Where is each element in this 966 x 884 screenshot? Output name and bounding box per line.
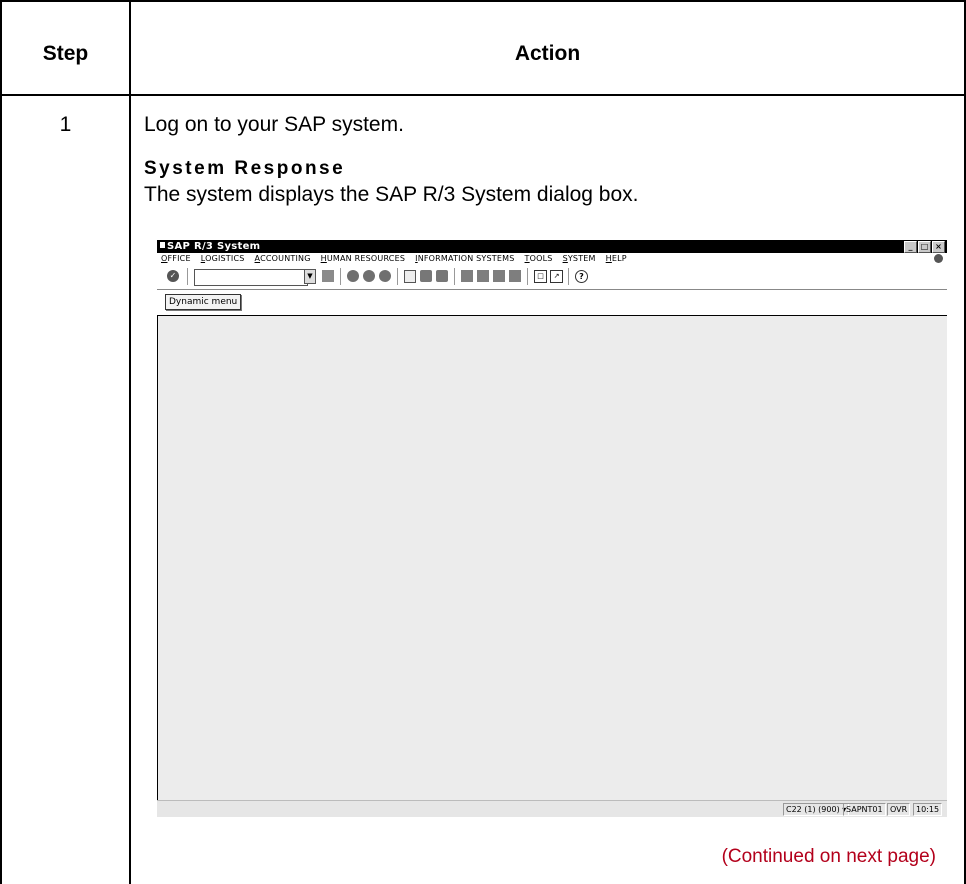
menu-logistics[interactable]: Logistics <box>201 253 245 265</box>
sap-status-bar: C22 (1) (900) ▾ SAPNT01 OVR 10:15 <box>157 800 947 817</box>
status-server: SAPNT01 <box>843 803 886 816</box>
step-number: 1 <box>59 113 72 136</box>
menu-accounting[interactable]: Accounting <box>255 253 311 265</box>
exit-icon[interactable] <box>363 270 375 282</box>
window-controls: _ □ × <box>904 241 945 253</box>
command-field[interactable] <box>194 269 308 286</box>
status-system-info[interactable]: C22 (1) (900) ▾ <box>783 803 850 816</box>
toolbar-separator <box>454 268 456 285</box>
status-time: 10:15 <box>913 803 943 816</box>
system-response-heading: System Response <box>144 158 346 179</box>
print-icon[interactable] <box>404 270 416 283</box>
create-session-icon[interactable]: □ <box>534 270 547 283</box>
session-status-icon <box>934 254 943 263</box>
table-column-divider <box>129 0 131 884</box>
toolbar-separator <box>527 268 529 285</box>
menu-help[interactable]: Help <box>606 253 627 265</box>
toolbar-separator <box>187 268 189 285</box>
sap-application-toolbar: Dynamic menu <box>157 290 947 316</box>
sap-standard-toolbar: ✓ ▼ □ ↗ ? <box>157 265 947 290</box>
step-instruction: Log on to your SAP system. <box>144 113 404 136</box>
sap-title-bar: SAP R/3 System _ □ × <box>157 240 947 253</box>
status-system-text: C22 (1) (900) <box>786 805 840 814</box>
sap-app-icon <box>160 242 165 248</box>
table-border-top <box>0 0 966 2</box>
sap-window-title: SAP R/3 System <box>167 241 261 252</box>
menu-human-resources[interactable]: Human resources <box>321 253 406 265</box>
back-icon[interactable] <box>347 270 359 282</box>
find-next-icon[interactable] <box>436 270 448 282</box>
sap-menu-bar: Office Logistics Accounting Human resour… <box>157 253 947 265</box>
previous-page-icon[interactable] <box>477 270 489 282</box>
toolbar-separator <box>568 268 570 285</box>
toolbar-separator <box>340 268 342 285</box>
menu-system[interactable]: System <box>563 253 596 265</box>
table-header-divider <box>0 94 966 96</box>
help-icon[interactable]: ? <box>575 270 588 283</box>
check-icon[interactable]: ✓ <box>167 270 179 282</box>
next-page-icon[interactable] <box>493 270 505 282</box>
continued-note: (Continued on next page) <box>721 846 936 867</box>
sap-workspace <box>157 316 947 800</box>
header-action: Action <box>514 42 581 65</box>
minimize-button[interactable]: _ <box>904 241 917 253</box>
cancel-icon[interactable] <box>379 270 391 282</box>
find-icon[interactable] <box>420 270 432 282</box>
sap-window: SAP R/3 System _ □ × Office Logistics Ac… <box>157 240 947 817</box>
first-page-icon[interactable] <box>461 270 473 282</box>
status-mode[interactable]: OVR <box>887 803 911 816</box>
close-button[interactable]: × <box>932 241 945 253</box>
toolbar-separator <box>397 268 399 285</box>
menu-information-systems[interactable]: Information systems <box>415 253 514 265</box>
maximize-button[interactable]: □ <box>918 241 931 253</box>
last-page-icon[interactable] <box>509 270 521 282</box>
shortcut-icon[interactable]: ↗ <box>550 270 563 283</box>
dynamic-menu-button[interactable]: Dynamic menu <box>165 294 242 310</box>
header-step: Step <box>42 42 89 65</box>
system-response-text: The system displays the SAP R/3 System d… <box>144 183 639 206</box>
menu-office[interactable]: Office <box>161 253 191 265</box>
command-field-dropdown-icon[interactable]: ▼ <box>304 269 316 284</box>
save-icon[interactable] <box>322 270 334 282</box>
menu-tools[interactable]: Tools <box>525 253 553 265</box>
